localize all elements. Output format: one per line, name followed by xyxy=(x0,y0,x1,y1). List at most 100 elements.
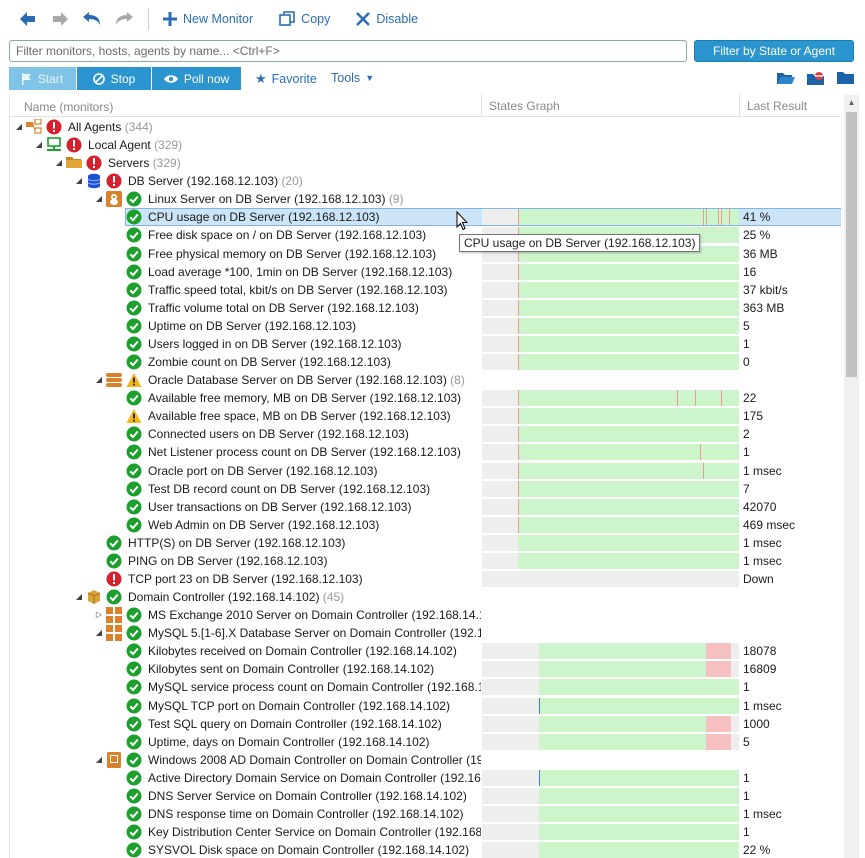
back-arrow-icon[interactable] xyxy=(14,5,42,33)
monitor-row[interactable]: Uptime, days on Domain Controller (192.1… xyxy=(10,733,841,751)
row-label-text: Users logged in on DB Server (192.168.12… xyxy=(148,336,402,351)
monitor-row[interactable]: Zombie count on DB Server (192.168.12.10… xyxy=(10,353,841,371)
new-monitor-button[interactable]: New Monitor xyxy=(163,7,253,31)
new-monitor-label: New Monitor xyxy=(183,12,254,26)
column-header-last-result[interactable]: Last Result xyxy=(739,95,807,117)
favorite-label: Favorite xyxy=(271,72,317,86)
collapse-arrow-icon[interactable]: ◢ xyxy=(94,190,104,208)
folder-icon[interactable] xyxy=(837,71,855,85)
forward-arrow-icon[interactable] xyxy=(46,5,74,33)
tree-group-row[interactable]: ◢ Windows 2008 AD Domain Controller on Do… xyxy=(10,751,841,769)
status-ok-icon xyxy=(126,246,142,262)
monitor-row[interactable]: MySQL service process count on Domain Co… xyxy=(10,678,841,696)
monitor-row[interactable]: Available free space, MB on DB Server (1… xyxy=(10,407,841,425)
monitor-row[interactable]: DNS response time on Domain Controller (… xyxy=(10,805,841,823)
main-toolbar: New Monitor Copy Disable xyxy=(0,0,865,38)
monitor-row[interactable]: MySQL TCP port on Domain Controller (192… xyxy=(10,697,841,715)
monitor-row[interactable]: Kilobytes received on Domain Controller … xyxy=(10,642,841,660)
monitor-row[interactable]: User transactions on DB Server (192.168.… xyxy=(10,498,841,516)
stop-button[interactable]: Stop xyxy=(77,67,151,90)
collapse-arrow-icon[interactable]: ◢ xyxy=(94,751,104,769)
scroll-up-icon[interactable]: ▲ xyxy=(844,95,859,111)
vertical-scrollbar[interactable]: ▲ xyxy=(844,95,859,858)
tree-group-row[interactable]: ◢ Linux Server on DB Server (192.168.12.1… xyxy=(10,190,841,208)
graph-event-tick xyxy=(517,462,519,479)
monitor-row[interactable]: Available free memory, MB on DB Server (… xyxy=(10,389,841,407)
grid-icon xyxy=(106,607,122,624)
last-result-value: 1 msec xyxy=(743,553,782,568)
folder-status-icon[interactable] xyxy=(807,71,825,85)
row-label: DB Server (192.168.12.103) (20) xyxy=(128,172,303,190)
monitor-row[interactable]: Free physical memory on DB Server (192.1… xyxy=(10,245,841,263)
collapse-arrow-icon[interactable]: ◢ xyxy=(94,371,104,389)
row-label-text: Load average *100, 1min on DB Server (19… xyxy=(148,264,453,279)
tree-group-row[interactable]: ◢ All Agents (344) xyxy=(10,118,841,136)
collapse-arrow-icon[interactable]: ◢ xyxy=(14,118,24,136)
collapse-arrow-icon[interactable]: ◢ xyxy=(74,172,84,190)
scrollbar-thumb[interactable] xyxy=(846,112,857,377)
monitor-row[interactable]: Free disk space on / on DB Server (192.1… xyxy=(10,226,841,244)
row-label: Free physical memory on DB Server (192.1… xyxy=(148,245,436,263)
undo-icon[interactable] xyxy=(78,5,106,33)
row-label-text: Traffic speed total, kbit/s on DB Server… xyxy=(148,282,448,297)
monitor-row[interactable]: Connected users on DB Server (192.168.12… xyxy=(10,425,841,443)
monitor-row[interactable]: CPU usage on DB Server (192.168.12.103) 4… xyxy=(10,208,841,227)
favorite-button[interactable]: ★ Favorite xyxy=(255,71,317,87)
tree-group-row[interactable]: ◢ MySQL 5.[1-6].X Database Server on Doma… xyxy=(10,624,841,642)
start-button[interactable]: Start xyxy=(9,67,76,90)
tree-group-row[interactable]: ◢ Domain Controller (192.168.14.102) (45) xyxy=(10,588,841,606)
copy-button[interactable]: Copy xyxy=(279,7,330,31)
graph-event-tick xyxy=(517,408,519,425)
monitor-row[interactable]: SYSVOL Disk space on Domain Controller (… xyxy=(10,841,841,858)
graph-event-tick xyxy=(517,263,519,280)
monitor-row[interactable]: Oracle port on DB Server (192.168.12.103… xyxy=(10,462,841,480)
collapse-arrow-icon[interactable]: ◢ xyxy=(74,588,84,606)
monitor-row[interactable]: DNS Server Service on Domain Controller … xyxy=(10,787,841,805)
mouse-cursor-icon xyxy=(456,211,468,231)
row-label-text: Connected users on DB Server (192.168.12… xyxy=(148,427,409,442)
row-label-text: Local Agent xyxy=(88,138,151,153)
monitor-row[interactable]: Uptime on DB Server (192.168.12.103) 5 xyxy=(10,317,841,335)
row-label: Oracle Database Server on DB Server (192… xyxy=(148,371,465,389)
tools-menu[interactable]: Tools ▼ xyxy=(331,71,374,85)
monitor-row[interactable]: Traffic volume total on DB Server (192.1… xyxy=(10,299,841,317)
column-header-states-graph[interactable]: States Graph xyxy=(481,95,560,117)
collapse-arrow-icon[interactable]: ◢ xyxy=(34,136,44,154)
tree-group-row[interactable]: ◢ Local Agent (329) xyxy=(10,136,841,154)
row-label: MySQL service process count on Domain Co… xyxy=(148,678,481,696)
tree-group-row[interactable]: ▷ MS Exchange 2010 Server on Domain Contr… xyxy=(10,606,841,624)
row-label: Domain Controller (192.168.14.102) (45) xyxy=(128,588,344,606)
row-label-text: Servers xyxy=(108,156,150,171)
monitor-row[interactable]: Load average *100, 1min on DB Server (19… xyxy=(10,263,841,281)
open-folder-icon[interactable] xyxy=(777,71,795,85)
monitor-row[interactable]: Test SQL query on Domain Controller (192… xyxy=(10,715,841,733)
disable-button[interactable]: Disable xyxy=(356,7,418,31)
collapse-arrow-icon[interactable]: ◢ xyxy=(54,154,64,172)
column-header-name[interactable]: Name (monitors) xyxy=(24,100,113,114)
monitor-row[interactable]: HTTP(S) on DB Server (192.168.12.103) 1 m… xyxy=(10,534,841,552)
filter-input[interactable] xyxy=(9,40,687,62)
filter-by-state-button[interactable]: Filter by State or Agent xyxy=(694,40,854,62)
expand-arrow-icon[interactable]: ▷ xyxy=(94,606,104,624)
redo-icon[interactable] xyxy=(110,5,138,33)
collapse-arrow-icon[interactable]: ◢ xyxy=(94,624,104,642)
monitor-row[interactable]: Test DB record count on DB Server (192.1… xyxy=(10,480,841,498)
tree-group-row[interactable]: ◢ DB Server (192.168.12.103) (20) xyxy=(10,172,841,190)
tree-group-row[interactable]: ◢ Oracle Database Server on DB Server (19… xyxy=(10,371,841,389)
monitor-row[interactable]: Web Admin on DB Server (192.168.12.103) 4… xyxy=(10,516,841,534)
states-graph xyxy=(482,498,739,515)
row-label-text: Web Admin on DB Server (192.168.12.103) xyxy=(148,517,380,532)
monitor-row[interactable]: Kilobytes sent on Domain Controller (192… xyxy=(10,660,841,678)
stop-icon xyxy=(92,72,105,85)
last-result-value: 0 xyxy=(743,355,750,370)
monitor-row[interactable]: Traffic speed total, kbit/s on DB Server… xyxy=(10,281,841,299)
poll-now-button[interactable]: Poll now xyxy=(152,67,241,90)
tree-group-row[interactable]: ◢ Servers (329) xyxy=(10,154,841,172)
monitor-row[interactable]: Users logged in on DB Server (192.168.12… xyxy=(10,335,841,353)
monitor-row[interactable]: PING on DB Server (192.168.12.103) 1 msec xyxy=(10,552,841,570)
monitor-row[interactable]: Net Listener process count on DB Server … xyxy=(10,443,841,461)
last-result-value: 1 msec xyxy=(743,535,782,550)
monitor-row[interactable]: Active Directory Domain Service on Domai… xyxy=(10,769,841,787)
monitor-row[interactable]: TCP port 23 on DB Server (192.168.12.103… xyxy=(10,570,841,588)
monitor-row[interactable]: Key Distribution Center Service on Domai… xyxy=(10,823,841,841)
